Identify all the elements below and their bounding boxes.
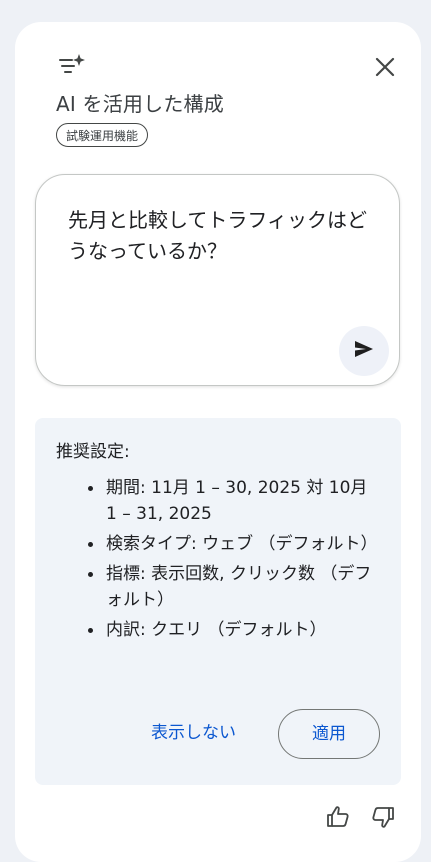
close-button[interactable] bbox=[369, 53, 401, 85]
suggestion-item-breakdown: 内訳: クエリ （デフォルト） bbox=[63, 617, 383, 643]
prompt-input-box[interactable]: 先月と比較してトラフィックはどうなっているか？ bbox=[35, 174, 400, 386]
apply-button[interactable]: 適用 bbox=[278, 709, 380, 759]
bullet bbox=[88, 628, 93, 633]
experimental-badge: 試験運用機能 bbox=[56, 123, 149, 147]
suggestion-item-label: 内訳: クエリ （デフォルト） bbox=[106, 620, 327, 640]
close-icon bbox=[374, 56, 396, 82]
suggestion-item-label: 検索タイプ: ウェブ （デフォルト） bbox=[106, 534, 378, 554]
panel-title: AI を活用した構成 bbox=[56, 92, 224, 116]
suggestion-list: 期間: 11月 1 – 30, 2025 対 10月 1 – 31, 2025 … bbox=[63, 475, 383, 647]
sparkle-filter-icon bbox=[58, 52, 86, 80]
dismiss-button[interactable]: 表示しない bbox=[143, 713, 244, 753]
bullet bbox=[88, 486, 93, 491]
send-icon bbox=[354, 340, 374, 362]
suggestion-item-period: 期間: 11月 1 – 30, 2025 対 10月 1 – 31, 2025 bbox=[63, 475, 383, 527]
suggestion-item-metrics: 指標: 表示回数, クリック数 （デフォルト） bbox=[63, 561, 383, 613]
suggestion-card: 推奨設定: 期間: 11月 1 – 30, 2025 対 10月 1 – 31,… bbox=[35, 418, 401, 785]
suggestion-heading: 推奨設定: bbox=[56, 442, 130, 462]
ai-config-panel: AI を活用した構成 試験運用機能 先月と比較してトラフィックはどうなっているか… bbox=[15, 22, 421, 862]
suggestion-item-search-type: 検索タイプ: ウェブ （デフォルト） bbox=[63, 531, 383, 557]
thumbs-up-icon[interactable] bbox=[325, 804, 351, 830]
bullet bbox=[88, 572, 93, 577]
thumbs-down-icon[interactable] bbox=[370, 804, 396, 830]
prompt-text[interactable]: 先月と比較してトラフィックはどうなっているか？ bbox=[68, 205, 378, 267]
suggestion-item-label: 指標: 表示回数, クリック数 （デフォルト） bbox=[106, 564, 372, 610]
send-button[interactable] bbox=[339, 326, 389, 376]
suggestion-item-label: 期間: 11月 1 – 30, 2025 対 10月 1 – 31, 2025 bbox=[106, 478, 368, 524]
bullet bbox=[88, 542, 93, 547]
